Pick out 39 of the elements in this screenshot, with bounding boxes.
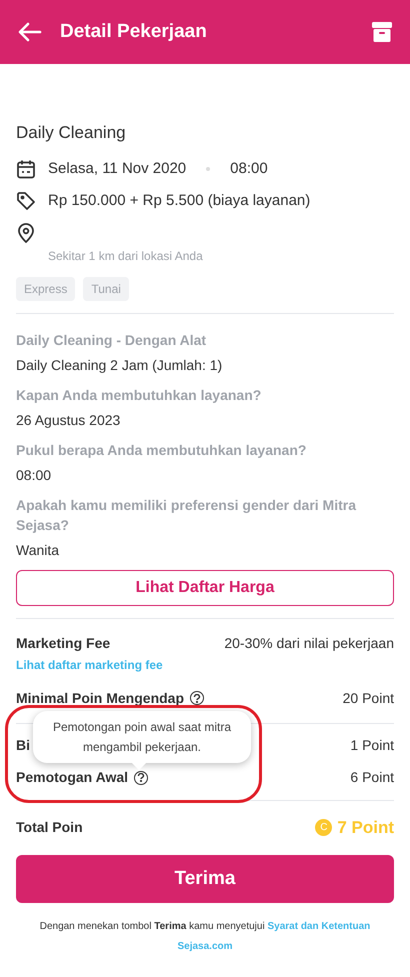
- page-title: Detail Pekerjaan: [60, 20, 208, 44]
- job-title: Daily Cleaning: [16, 122, 127, 144]
- row-value: 20-30% dari nilai pekerjaan: [224, 634, 394, 653]
- row-label: Minimal Poin Mengendap: [16, 688, 184, 708]
- row-value: 6 Point: [350, 768, 394, 787]
- distance-text: Sekitar 1 km dari lokasi Anda: [48, 248, 204, 264]
- tag-label: Express: [16, 276, 76, 300]
- row-label: Pemotogan Awal: [16, 768, 128, 787]
- question-text: Pukul berapa Anda membutuhkan layanan?: [16, 440, 308, 460]
- archive-icon[interactable]: [370, 20, 394, 44]
- row-label: Bi: [16, 736, 30, 755]
- tag-icon: [16, 191, 36, 212]
- question-text: Kapan Anda membutuhkan layanan?: [16, 386, 262, 404]
- total-label: Total Poin: [16, 818, 83, 837]
- answer-text: Wanita: [16, 540, 60, 560]
- terms-link[interactable]: Syarat dan Ketentuan: [267, 921, 370, 932]
- coin-icon: C: [315, 818, 332, 836]
- help-icon[interactable]: [134, 770, 148, 784]
- help-icon[interactable]: [190, 691, 204, 705]
- price-list-button[interactable]: Lihat Daftar Harga: [16, 570, 394, 606]
- marketing-fee-link[interactable]: Lihat daftar marketing fee: [16, 656, 163, 674]
- question-text: Apakah kamu memiliki preferensi gender dari Mitra Sejasa?: [16, 496, 358, 534]
- total-value: 7 Point: [337, 816, 394, 838]
- job-date: Selasa, 11 Nov 2020: [48, 158, 186, 178]
- row-label: Marketing Fee: [16, 634, 110, 653]
- answer-text: 26 Agustus 2023: [16, 410, 122, 430]
- terms-text: Dengan menekan tombol Terima kamu menyetujui: [40, 921, 265, 932]
- answer-text: Daily Cleaning 2 Jam (Jumlah: 1): [16, 356, 224, 375]
- row-value: 1 Point: [350, 736, 394, 755]
- answer-text: 08:00: [16, 466, 52, 484]
- job-price: Rp 150.000 + Rp 5.500 (biaya layanan): [48, 191, 310, 211]
- accept-button[interactable]: Terima: [16, 855, 394, 903]
- calendar-icon: [16, 158, 36, 179]
- question-text: Daily Cleaning - Dengan Alat: [16, 330, 208, 350]
- job-time: 08:00: [230, 158, 268, 178]
- terms-link[interactable]: Sejasa.com: [177, 941, 233, 952]
- row-value: 20 Point: [342, 688, 394, 708]
- tag-label: Tunai: [83, 276, 129, 300]
- location-pin-icon: [16, 222, 36, 242]
